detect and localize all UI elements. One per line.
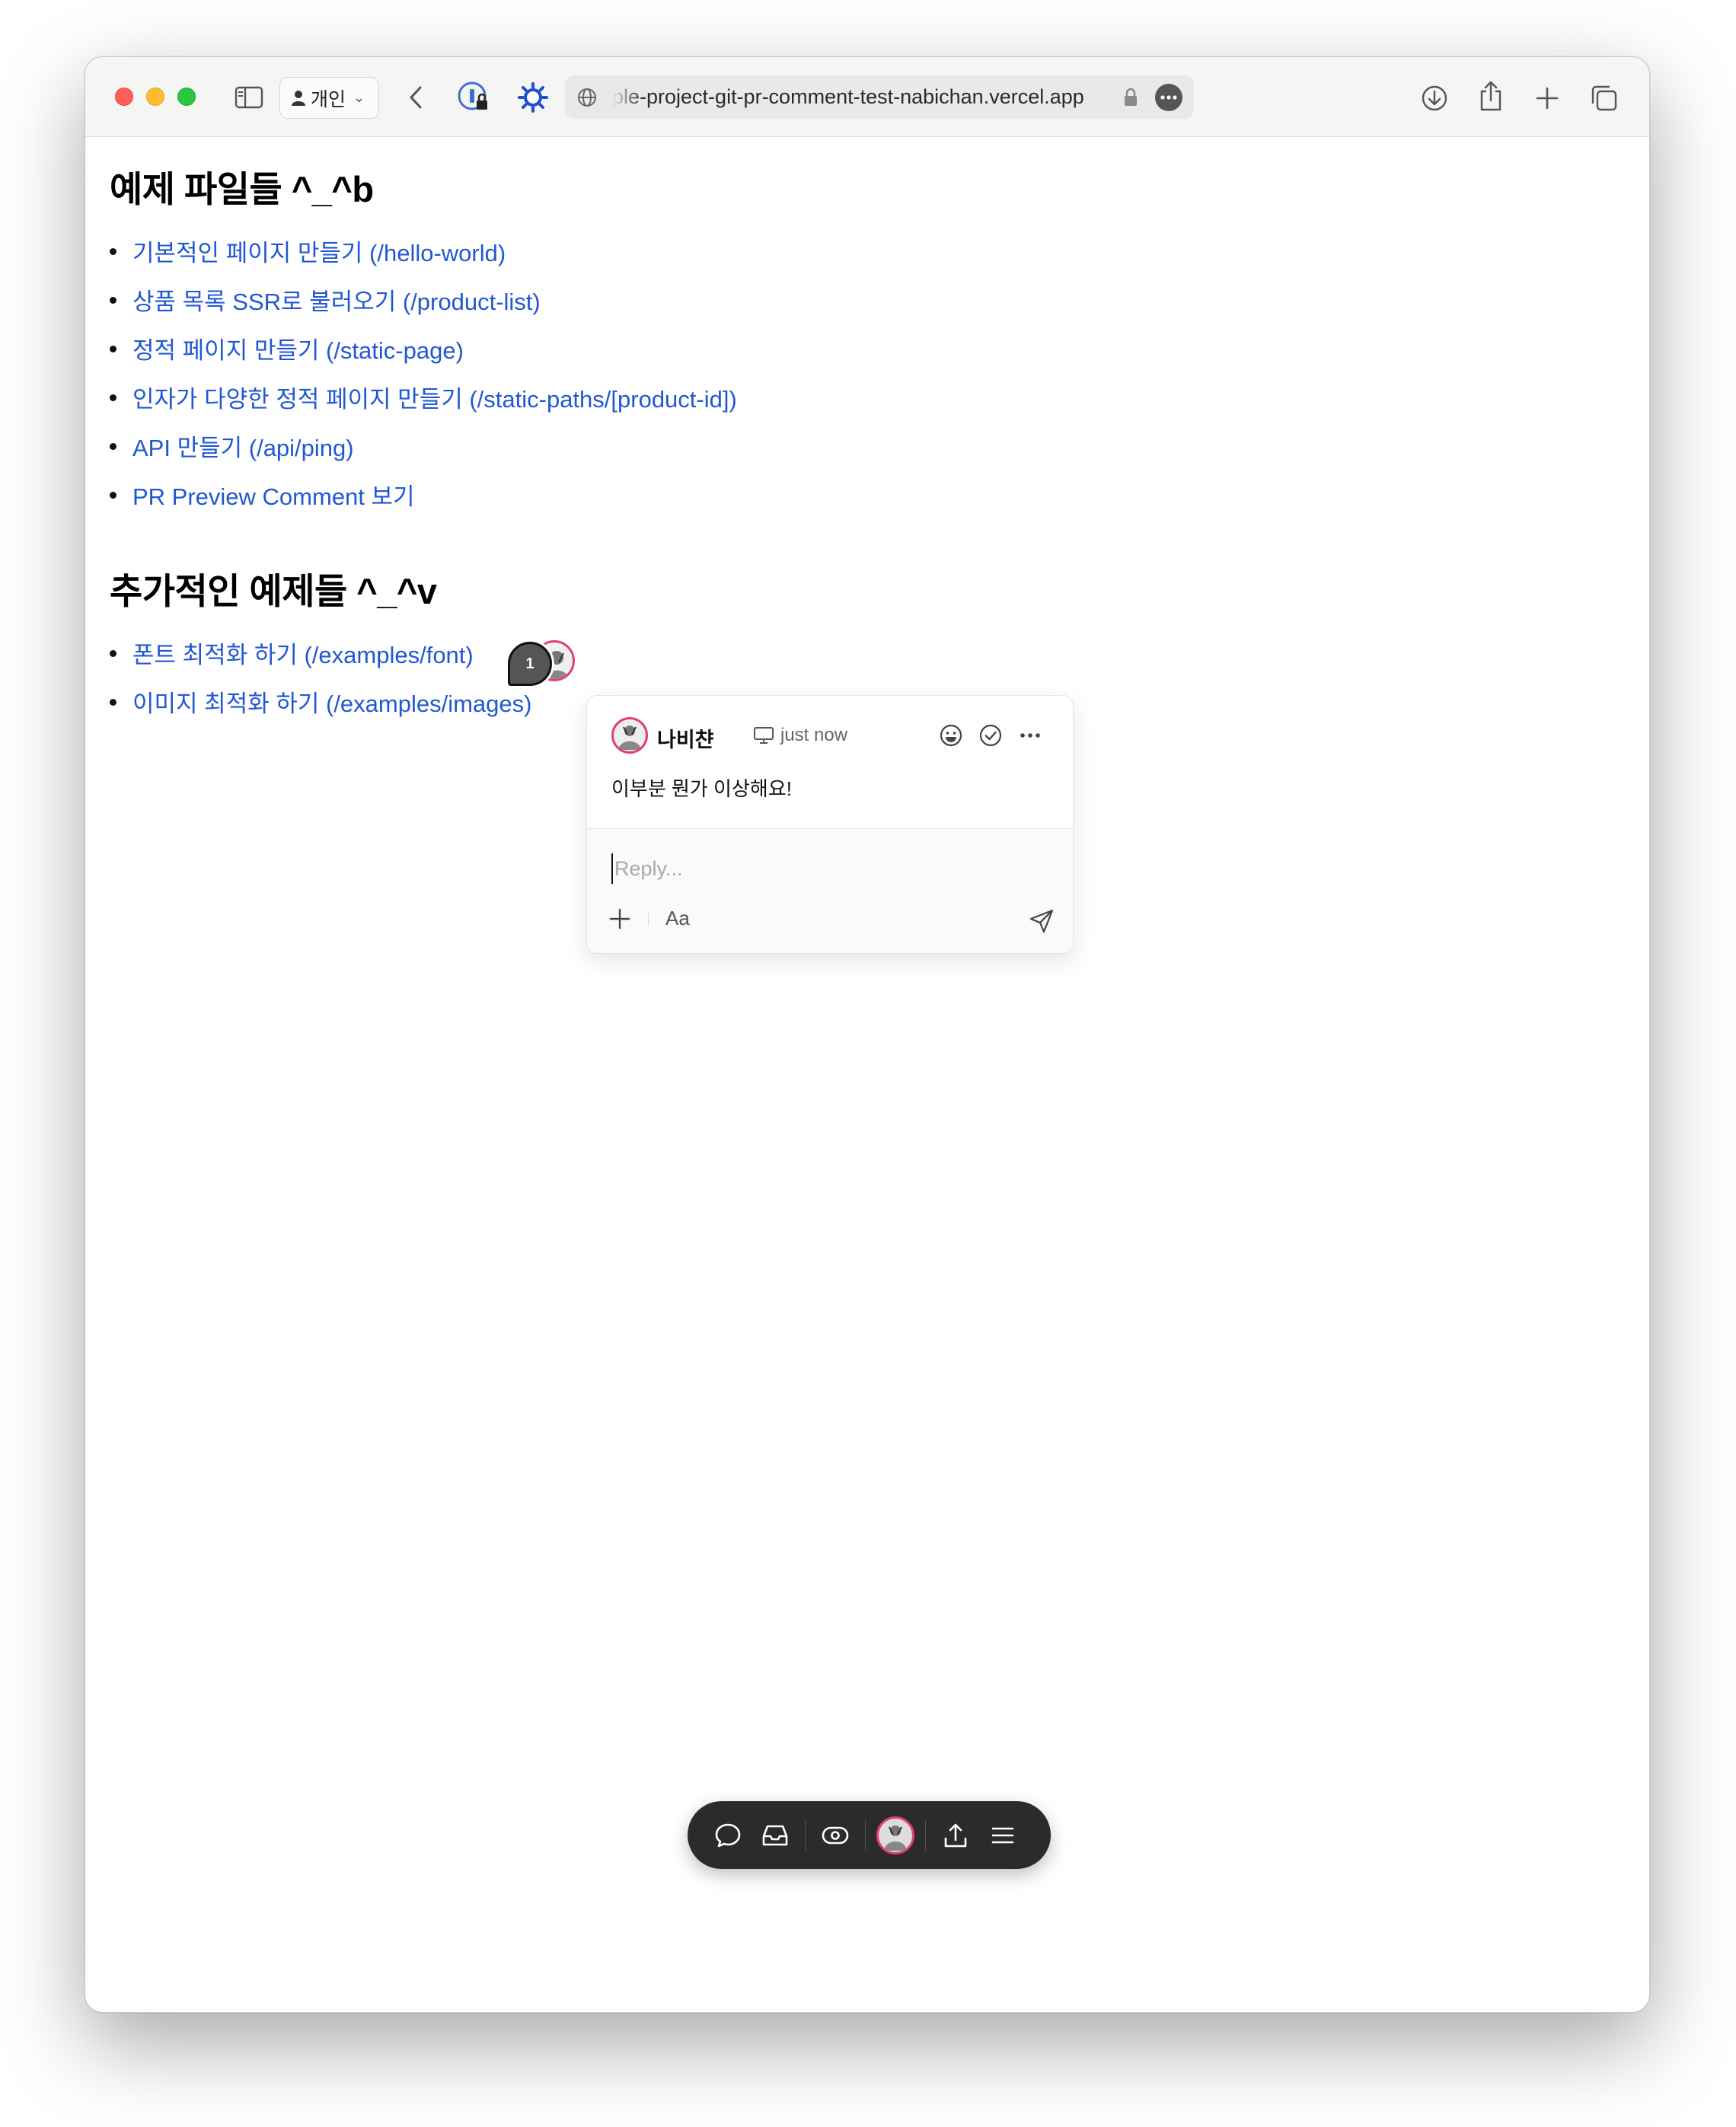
- list-item[interactable]: 기본적인 페이지 만들기 (/hello-world): [110, 226, 737, 275]
- share-icon[interactable]: [1476, 78, 1506, 113]
- zoom-window-button[interactable]: [177, 88, 196, 106]
- link-static-paths[interactable]: 인자가 다양한 정적 페이지 만들기 (/static-paths/[produ…: [132, 380, 737, 414]
- page-content: 예제 파일들 ^_^b 기본적인 페이지 만들기 (/hello-world) …: [85, 137, 1649, 2012]
- comment-author-avatar: [611, 717, 648, 754]
- address-bar[interactable]: ple-project-git-pr-comment-test-nabichan…: [565, 75, 1194, 119]
- comment-body: 이부분 뭔가 이상해요!: [611, 777, 792, 800]
- profile-label: 개인: [311, 88, 346, 110]
- section-heading-examples: 예제 파일들 ^_^b: [110, 169, 374, 209]
- toolbar-divider: [648, 911, 649, 926]
- new-tab-plus-icon[interactable]: [1532, 83, 1562, 113]
- emoji-reaction-icon[interactable]: [939, 723, 963, 748]
- downloads-icon[interactable]: [1419, 83, 1450, 113]
- person-icon: [292, 90, 305, 106]
- list-item[interactable]: PR Preview Comment 보기: [110, 470, 737, 518]
- list-item[interactable]: 이미지 최적화 하기 (/examples/images): [110, 677, 531, 725]
- desktop-icon: [754, 727, 774, 744]
- link-api-ping[interactable]: API 만들기 (/api/ping): [132, 429, 354, 463]
- list-item[interactable]: 정적 페이지 만들기 (/static-page): [110, 324, 737, 372]
- browser-window: 개인 ⌄ ple-project-git-pr-comment-test-nab…: [85, 56, 1650, 2013]
- list-item[interactable]: API 만들기 (/api/ping): [110, 421, 737, 470]
- sidebar-toggle-icon[interactable]: [234, 85, 264, 110]
- link-hello-world[interactable]: 기본적인 페이지 만들기 (/hello-world): [132, 234, 506, 268]
- user-avatar: [876, 1816, 914, 1854]
- section-heading-additional-examples: 추가적인 예제들 ^_^v: [110, 571, 437, 611]
- hamburger-menu-icon: [991, 1827, 1014, 1843]
- page-menu-icon[interactable]: [1155, 84, 1182, 111]
- list-item[interactable]: 폰트 최적화 하기 (/examples/font): [110, 628, 531, 677]
- comment-time-text: just now: [780, 725, 848, 745]
- back-arrow-icon[interactable]: [402, 83, 429, 112]
- comment-timestamp: just now: [753, 725, 847, 746]
- comment-author-name: 나비챤: [657, 729, 714, 751]
- additional-links-list: 폰트 최적화 하기 (/examples/font) 이미지 최적화 하기 (/…: [110, 628, 531, 725]
- comment-thread-popover: 나비챤 just now 이부분 뭔가 이상해요! Aa: [586, 695, 1074, 954]
- link-examples-images[interactable]: 이미지 최적화 하기 (/examples/images): [132, 684, 531, 719]
- example-links-list: 기본적인 페이지 만들기 (/hello-world) 상품 목록 SSR로 불…: [110, 226, 737, 518]
- close-window-button[interactable]: [115, 88, 133, 106]
- link-pr-preview-comment[interactable]: PR Preview Comment 보기: [132, 477, 415, 512]
- resolve-check-icon[interactable]: [978, 723, 1003, 748]
- upload-share-icon: [944, 1823, 967, 1847]
- comment-pin-marker[interactable]: 1: [508, 642, 552, 686]
- toolbar-divider: [865, 1819, 866, 1851]
- toolbar-divider: [925, 1819, 926, 1851]
- eye-toggle-icon: [822, 1826, 849, 1844]
- floating-comment-toolbar: [688, 1801, 1051, 1869]
- list-item[interactable]: 상품 목록 SSR로 불러오기 (/product-list): [110, 275, 737, 324]
- inbox-icon: [762, 1825, 788, 1845]
- share-button[interactable]: [932, 1812, 979, 1859]
- reply-toolbar: Aa: [608, 907, 690, 930]
- text-format-button[interactable]: Aa: [665, 907, 690, 930]
- comment-actions: [939, 723, 1042, 748]
- extension-sun-icon[interactable]: [516, 81, 550, 114]
- minimize-window-button[interactable]: [146, 88, 164, 106]
- browser-toolbar: 개인 ⌄ ple-project-git-pr-comment-test-nab…: [85, 57, 1649, 137]
- comment-mode-button[interactable]: [704, 1812, 752, 1859]
- profile-switcher-button[interactable]: 개인 ⌄: [279, 77, 379, 119]
- tab-overview-icon[interactable]: [1588, 83, 1620, 113]
- user-avatar-button[interactable]: [872, 1812, 919, 1859]
- list-item[interactable]: 인자가 다양한 정적 페이지 만들기 (/static-paths/[produ…: [110, 372, 737, 421]
- toolbar-divider: [805, 1819, 806, 1851]
- reply-input[interactable]: [611, 853, 1038, 884]
- link-static-page[interactable]: 정적 페이지 만들기 (/static-page): [132, 331, 464, 365]
- inbox-button[interactable]: [752, 1812, 799, 1859]
- toggle-visibility-button[interactable]: [812, 1812, 859, 1859]
- link-examples-font[interactable]: 폰트 최적화 하기 (/examples/font): [132, 636, 474, 670]
- link-product-list[interactable]: 상품 목록 SSR로 불러오기 (/product-list): [132, 282, 541, 317]
- globe-icon: [576, 86, 598, 109]
- add-attachment-plus-icon[interactable]: [608, 907, 631, 930]
- send-icon[interactable]: [1029, 908, 1055, 934]
- more-options-icon[interactable]: [1018, 723, 1042, 748]
- url-text: ple-project-git-pr-comment-test-nabichan…: [612, 85, 1084, 108]
- comment-pin-number: 1: [525, 655, 535, 672]
- lock-icon: [1122, 88, 1139, 107]
- comment-header: 나비챤 just now: [611, 717, 1058, 754]
- password-manager-extension-icon[interactable]: [457, 81, 490, 114]
- chat-bubble-icon: [715, 1823, 741, 1847]
- reply-composer: Aa: [587, 828, 1073, 953]
- menu-button[interactable]: [979, 1812, 1026, 1859]
- chevron-down-icon: ⌄: [353, 90, 365, 105]
